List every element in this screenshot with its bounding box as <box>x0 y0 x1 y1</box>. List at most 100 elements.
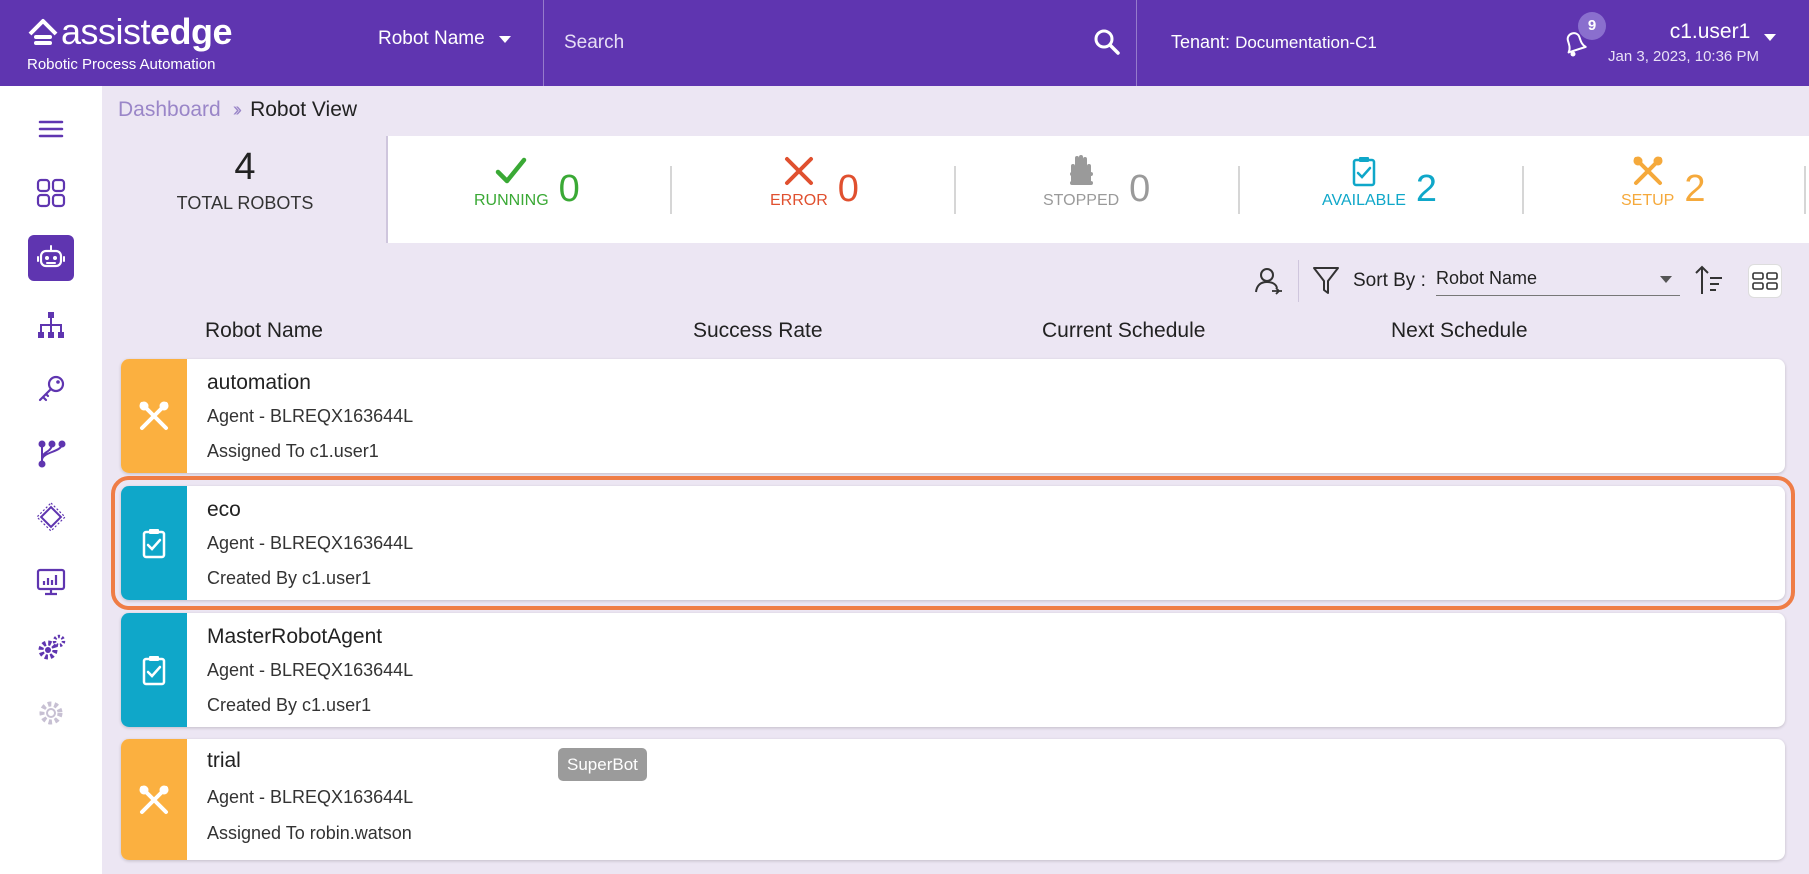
robot-icon <box>37 245 65 268</box>
brand-name: assistedge <box>61 11 233 52</box>
column-header-next-schedule[interactable]: Next Schedule <box>1391 319 1528 343</box>
gears-icon <box>38 634 66 660</box>
monitor-chart-icon <box>36 568 66 596</box>
dashboard-grid-icon <box>36 178 66 208</box>
column-header-success-rate[interactable]: Success Rate <box>693 319 823 343</box>
stat-separator <box>1804 166 1806 214</box>
robot-card[interactable]: MasterRobotAgent Agent - BLREQX163644L C… <box>121 613 1785 727</box>
stat-stopped-label: STOPPED <box>1043 192 1120 209</box>
brand-subtitle: Robotic Process Automation <box>27 56 216 73</box>
sidebar-item-admin[interactable] <box>28 690 74 736</box>
sidebar-item-workflows[interactable] <box>28 431 74 477</box>
stat-error[interactable]: ERROR 0 <box>770 154 859 210</box>
sidebar-item-robots[interactable] <box>28 235 74 281</box>
total-robots-count: 4 <box>234 146 256 188</box>
search-scope-value: Robot Name <box>378 28 485 49</box>
status-summary-bar: RUNNING 0 ERROR 0 STOPPED 0 AVAILABLE 2 <box>388 136 1809 243</box>
column-header-current-schedule[interactable]: Current Schedule <box>1042 319 1205 343</box>
tenant-value: Documentation-C1 <box>1235 33 1377 52</box>
toolbar-divider <box>1298 260 1299 302</box>
clipboard-check-icon <box>142 529 166 559</box>
robot-card[interactable]: trial Agent - BLREQX163644L Assigned To … <box>121 739 1785 860</box>
robot-agent: Agent - BLREQX163644L <box>207 787 414 807</box>
search-input[interactable] <box>564 26 1074 60</box>
sidebar-item-dashboard[interactable] <box>28 170 74 216</box>
filter-icon[interactable] <box>1312 265 1340 295</box>
org-chart-icon <box>38 312 64 338</box>
sidebar-item-settings[interactable] <box>28 625 74 671</box>
list-view-icon <box>1752 272 1778 290</box>
stat-running[interactable]: RUNNING 0 <box>474 154 580 210</box>
top-header: assistedge Robotic Process Automation Ro… <box>0 0 1809 86</box>
breadcrumb-dashboard-link[interactable]: Dashboard <box>118 98 221 122</box>
stat-available[interactable]: AVAILABLE 2 <box>1322 154 1437 210</box>
robot-name: trial <box>207 749 241 772</box>
robot-owner: Created By c1.user1 <box>207 695 372 715</box>
sidebar-item-reports[interactable] <box>28 559 74 605</box>
stat-error-label: ERROR <box>770 192 828 209</box>
sort-by-label: Sort By : <box>1353 270 1426 291</box>
hamburger-icon <box>38 120 64 138</box>
stat-available-value: 2 <box>1415 168 1438 210</box>
robot-agent: Agent - BLREQX163644L <box>207 660 414 680</box>
sort-by-value: Robot Name <box>1436 268 1538 288</box>
sidebar-item-components[interactable] <box>28 494 74 540</box>
clipboard-check-icon <box>142 656 166 686</box>
stat-stopped[interactable]: STOPPED 0 <box>1043 154 1150 210</box>
key-icon <box>38 375 65 402</box>
superbot-badge: SuperBot <box>558 748 647 781</box>
branch-icon <box>38 440 66 468</box>
setup-status-strip <box>121 359 187 473</box>
robot-name: MasterRobotAgent <box>207 625 383 648</box>
chevron-down-icon <box>498 35 511 43</box>
stat-separator <box>1238 166 1240 214</box>
stat-stopped-value: 0 <box>1129 168 1151 210</box>
available-status-strip <box>121 486 187 600</box>
tools-icon <box>139 785 169 814</box>
user-filter-icon[interactable] <box>1254 265 1284 295</box>
view-toggle-button[interactable] <box>1748 264 1782 298</box>
robot-owner: Assigned To c1.user1 <box>207 441 379 461</box>
brand-logo[interactable]: assistedge Robotic Process Automation <box>27 11 233 74</box>
clipboard-check-icon <box>1352 157 1376 187</box>
sort-by-select[interactable]: Robot Name <box>1436 264 1680 296</box>
robot-card-selected[interactable]: eco Agent - BLREQX163644L Created By c1.… <box>111 476 1795 610</box>
tenant-info: Tenant: Documentation-C1 <box>1171 32 1377 53</box>
stat-running-value: 0 <box>558 168 580 210</box>
total-robots-card[interactable]: 4 TOTAL ROBOTS <box>104 136 388 243</box>
chip-icon <box>36 502 66 532</box>
hamburger-menu-button[interactable] <box>28 106 74 152</box>
stat-setup-value: 2 <box>1684 168 1706 210</box>
stat-running-label: RUNNING <box>474 192 549 209</box>
user-menu-chevron-icon[interactable] <box>1764 34 1776 41</box>
available-status-strip <box>121 613 187 727</box>
notification-count-badge: 9 <box>1578 12 1606 40</box>
stat-available-label: AVAILABLE <box>1322 192 1406 209</box>
robot-agent: Agent - BLREQX163644L <box>207 533 414 553</box>
user-name[interactable]: c1.user1 <box>1640 20 1780 44</box>
search-icon[interactable] <box>1093 28 1121 56</box>
column-header-robot-name[interactable]: Robot Name <box>205 319 323 343</box>
robot-name: automation <box>207 371 311 394</box>
stop-hand-icon <box>1070 155 1094 185</box>
sidebar-item-credentials[interactable] <box>28 366 74 412</box>
stat-error-value: 0 <box>837 168 859 210</box>
robot-card[interactable]: automation Agent - BLREQX163644L Assigne… <box>121 359 1785 473</box>
header-divider <box>1136 0 1137 86</box>
breadcrumb-current: Robot View <box>250 98 358 121</box>
brand-name-bold: edge <box>150 11 233 52</box>
robot-agent: Agent - BLREQX163644L <box>207 406 414 426</box>
search-scope-select[interactable]: Robot Name <box>378 28 511 50</box>
setup-status-strip <box>121 739 187 860</box>
check-icon <box>496 157 527 184</box>
stat-separator <box>670 166 672 214</box>
stat-setup[interactable]: SETUP 2 <box>1621 154 1705 210</box>
cog-refresh-icon <box>39 701 63 725</box>
sidebar-item-hierarchy[interactable] <box>28 302 74 348</box>
robot-owner: Assigned To robin.watson <box>207 823 412 843</box>
sort-ascending-icon[interactable] <box>1694 264 1724 296</box>
brand-name-thin: assist <box>61 11 151 52</box>
assistedge-logo-icon <box>28 19 58 45</box>
breadcrumb-separator: ›› <box>232 98 243 121</box>
close-x-icon <box>784 157 813 185</box>
